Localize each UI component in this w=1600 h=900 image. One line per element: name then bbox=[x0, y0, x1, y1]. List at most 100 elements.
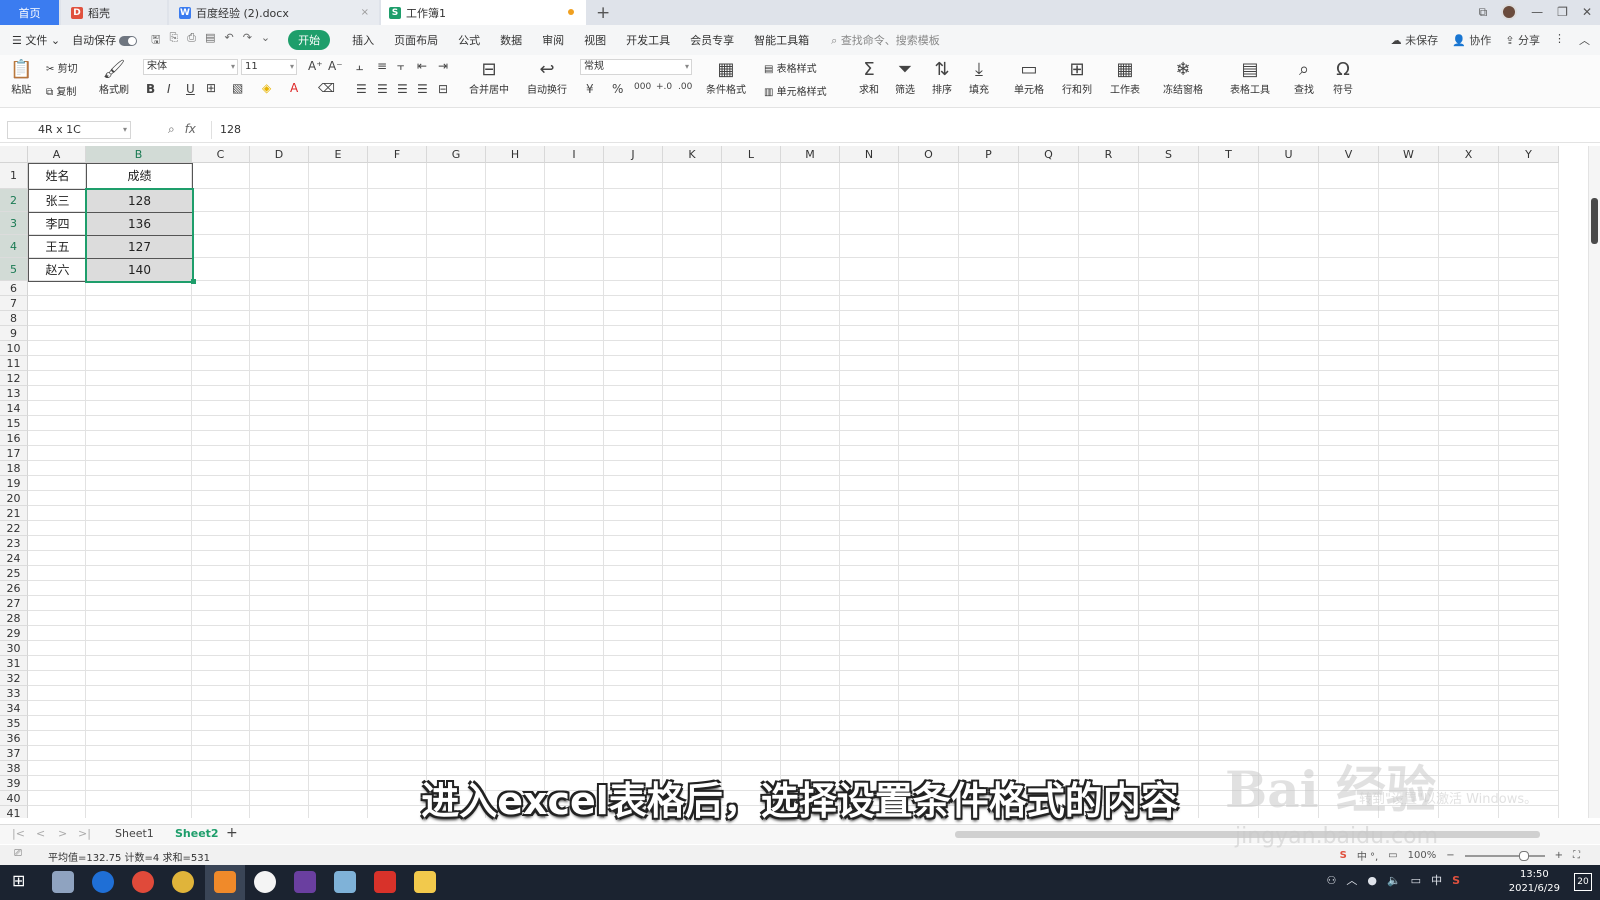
macro-icon[interactable]: ⎚ bbox=[14, 848, 22, 859]
row-header-13[interactable]: 13 bbox=[0, 386, 28, 401]
row-header-22[interactable]: 22 bbox=[0, 521, 28, 536]
wrap-text-button[interactable]: ↩ 自动换行 bbox=[527, 59, 567, 96]
table-tools-button[interactable]: ▤ 表格工具 bbox=[1230, 59, 1270, 96]
align-center-icon[interactable]: ☰ bbox=[377, 82, 388, 96]
table-style-button[interactable]: ▤ 表格样式 bbox=[764, 60, 817, 75]
zoom-out-icon[interactable]: − bbox=[1446, 850, 1454, 861]
minimize-icon[interactable]: — bbox=[1531, 5, 1543, 19]
italic-icon[interactable]: I bbox=[167, 82, 171, 96]
indent-decrease-icon[interactable]: ⇤ bbox=[417, 59, 427, 73]
row-header-35[interactable]: 35 bbox=[0, 716, 28, 731]
fill-handle[interactable] bbox=[191, 279, 196, 284]
cell-button[interactable]: ▭ 单元格 bbox=[1014, 59, 1044, 96]
row-header-10[interactable]: 10 bbox=[0, 341, 28, 356]
file-menu[interactable]: ☰ 文件 ⌄ bbox=[12, 32, 60, 48]
fullscreen-icon[interactable]: ⛶ bbox=[1573, 850, 1580, 861]
grow-font-icon[interactable]: A⁺ bbox=[308, 59, 323, 73]
row-header-1[interactable]: 1 bbox=[0, 163, 28, 189]
row-header-31[interactable]: 31 bbox=[0, 656, 28, 671]
row-header-15[interactable]: 15 bbox=[0, 416, 28, 431]
collapse-ribbon-icon[interactable]: ︿ bbox=[1579, 32, 1590, 48]
row-header-7[interactable]: 7 bbox=[0, 296, 28, 311]
row-col-button[interactable]: ⊞ 行和列 bbox=[1062, 59, 1092, 96]
column-header-m[interactable]: M bbox=[781, 146, 840, 163]
zoom-slider[interactable] bbox=[1464, 850, 1545, 861]
customize-icon[interactable]: ⌄ bbox=[261, 31, 270, 50]
sum-button[interactable]: Σ 求和 bbox=[859, 59, 879, 96]
column-header-q[interactable]: Q bbox=[1019, 146, 1079, 163]
column-header-u[interactable]: U bbox=[1259, 146, 1319, 163]
thousands-icon[interactable]: 000 bbox=[634, 82, 651, 92]
shrink-font-icon[interactable]: A⁻ bbox=[328, 59, 343, 73]
column-header-g[interactable]: G bbox=[427, 146, 486, 163]
row-header-6[interactable]: 6 bbox=[0, 281, 28, 296]
print-icon[interactable]: ⎙ bbox=[187, 31, 196, 50]
bold-icon[interactable]: B bbox=[146, 82, 155, 96]
find-button[interactable]: ⌕ 查找 bbox=[1294, 59, 1314, 96]
column-header-f[interactable]: F bbox=[368, 146, 427, 163]
video-app-icon[interactable] bbox=[294, 871, 316, 893]
row-header-9[interactable]: 9 bbox=[0, 326, 28, 341]
column-header-k[interactable]: K bbox=[663, 146, 722, 163]
filter-button[interactable]: ⏷ 筛选 bbox=[895, 59, 915, 96]
fill-color-icon[interactable]: ◈ bbox=[262, 81, 271, 95]
menu-insert[interactable]: 插入 bbox=[352, 32, 374, 48]
restore-icon[interactable]: ❐ bbox=[1557, 5, 1568, 19]
align-middle-icon[interactable]: ≡ bbox=[377, 59, 387, 73]
font-name-select[interactable]: 宋体 ▾ bbox=[143, 59, 238, 75]
column-header-i[interactable]: I bbox=[545, 146, 604, 163]
app-a-icon[interactable] bbox=[254, 871, 276, 893]
column-header-c[interactable]: C bbox=[192, 146, 250, 163]
conditional-format-button[interactable]: ▦ 条件格式 bbox=[706, 59, 746, 96]
add-sheet-button[interactable]: + bbox=[226, 825, 238, 841]
font-size-select[interactable]: 11 ▾ bbox=[241, 59, 297, 75]
align-right-icon[interactable]: ☰ bbox=[397, 82, 408, 96]
format-painter-button[interactable]: 🖌 格式刷 bbox=[99, 59, 129, 96]
cell-a2[interactable]: 张三 bbox=[28, 189, 87, 213]
autosave-toggle[interactable]: 自动保存 bbox=[72, 32, 138, 48]
menu-start[interactable]: 开始 bbox=[288, 30, 331, 50]
sogou-ime-icon[interactable]: S bbox=[1340, 850, 1347, 861]
row-header-28[interactable]: 28 bbox=[0, 611, 28, 626]
column-header-t[interactable]: T bbox=[1199, 146, 1259, 163]
row-header-25[interactable]: 25 bbox=[0, 566, 28, 581]
row-header-3[interactable]: 3 bbox=[0, 212, 28, 235]
chrome-alt-icon[interactable] bbox=[172, 871, 194, 893]
people-icon[interactable]: ⚇ bbox=[1326, 874, 1336, 887]
row-header-11[interactable]: 11 bbox=[0, 356, 28, 371]
decrease-decimal-icon[interactable]: .00 bbox=[678, 82, 692, 92]
cell-a1[interactable]: 姓名 bbox=[28, 163, 87, 190]
browser-icon[interactable] bbox=[92, 871, 114, 893]
last-sheet-icon[interactable]: >| bbox=[78, 827, 91, 840]
sheet-tab-sheet1[interactable]: Sheet1 bbox=[115, 827, 154, 840]
taskbar-clock[interactable]: 13:50 2021/6/29 bbox=[1509, 868, 1560, 896]
column-header-w[interactable]: W bbox=[1379, 146, 1439, 163]
row-header-32[interactable]: 32 bbox=[0, 671, 28, 686]
row-header-14[interactable]: 14 bbox=[0, 401, 28, 416]
cell-a5[interactable]: 赵六 bbox=[28, 258, 87, 282]
clear-format-icon[interactable]: ⌫ bbox=[318, 81, 335, 95]
worksheet-button[interactable]: ▦ 工作表 bbox=[1110, 59, 1140, 96]
justify-icon[interactable]: ☰ bbox=[417, 82, 428, 96]
row-header-2[interactable]: 2 bbox=[0, 189, 28, 212]
preview-icon[interactable]: ▤ bbox=[205, 31, 215, 50]
column-header-n[interactable]: N bbox=[840, 146, 899, 163]
menu-dev-tools[interactable]: 开发工具 bbox=[626, 32, 670, 48]
name-box[interactable]: 4R x 1C ▾ bbox=[7, 121, 131, 139]
row-header-24[interactable]: 24 bbox=[0, 551, 28, 566]
column-header-x[interactable]: X bbox=[1439, 146, 1499, 163]
zoom-in-icon[interactable]: + bbox=[1555, 850, 1563, 861]
indent-increase-icon[interactable]: ⇥ bbox=[438, 59, 448, 73]
notification-center-icon[interactable]: 20 bbox=[1574, 873, 1592, 891]
volume-icon[interactable]: 🔈 bbox=[1387, 874, 1401, 887]
scroll-thumb[interactable] bbox=[1591, 198, 1598, 244]
document-app-icon[interactable] bbox=[334, 871, 356, 893]
align-bottom-icon[interactable]: ⫟ bbox=[397, 59, 404, 74]
save-icon[interactable]: 🖫 bbox=[151, 31, 160, 50]
column-header-p[interactable]: P bbox=[959, 146, 1019, 163]
row-header-21[interactable]: 21 bbox=[0, 506, 28, 521]
number-format-select[interactable]: 常规 ▾ bbox=[580, 59, 692, 75]
tab-docer[interactable]: D 稻壳 bbox=[61, 0, 167, 25]
cell-b4[interactable]: 127 bbox=[86, 235, 193, 259]
wps-icon[interactable] bbox=[374, 871, 396, 893]
